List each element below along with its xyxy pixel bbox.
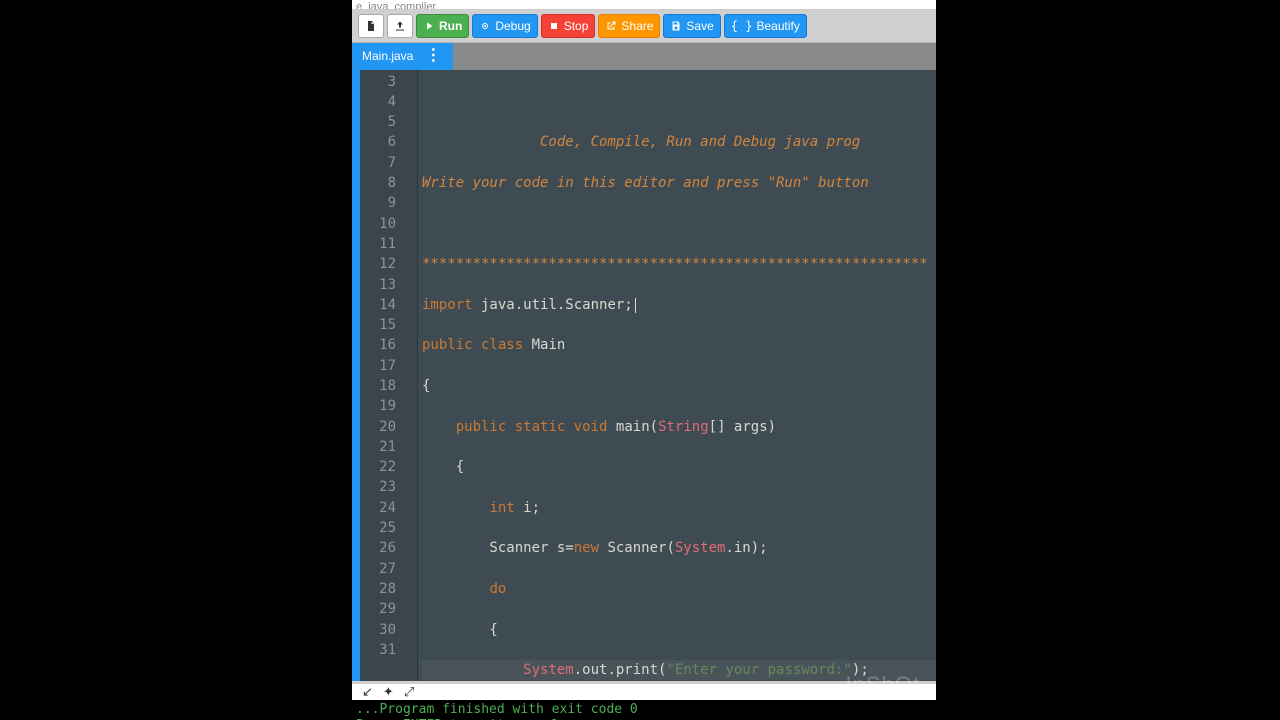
console-tool-icon[interactable]: ↙ <box>362 684 373 700</box>
code-line <box>422 214 936 234</box>
line-number: 28 <box>360 579 396 599</box>
code-line: Code, Compile, Run and Debug java prog <box>422 132 936 152</box>
stop-button[interactable]: Stop <box>541 14 596 38</box>
line-number: 11 <box>360 234 396 254</box>
app-window: e_java_compiler Run Debug Stop Share Sav… <box>352 0 936 720</box>
share-button[interactable]: Share <box>598 14 660 38</box>
save-icon <box>670 20 682 32</box>
share-label: Share <box>621 19 653 33</box>
line-number: 20 <box>360 417 396 437</box>
line-number: 24 <box>360 498 396 518</box>
code-line: Scanner s=new Scanner(System.in); <box>422 538 936 558</box>
save-button[interactable]: Save <box>663 14 720 38</box>
line-number: 5 <box>360 112 396 132</box>
window-title: e_java_compiler <box>356 1 436 10</box>
line-number: 4 <box>360 92 396 112</box>
file-icon <box>365 20 377 32</box>
line-number: 17 <box>360 356 396 376</box>
console-output[interactable]: ...Program finished with exit code 0 Pre… <box>352 700 936 720</box>
line-number: 3 <box>360 72 396 92</box>
play-icon <box>423 20 435 32</box>
save-label: Save <box>686 19 713 33</box>
line-number: 6 <box>360 132 396 152</box>
line-number: 8 <box>360 173 396 193</box>
code-line: { <box>422 376 936 396</box>
code-line: int i; <box>422 498 936 518</box>
code-area[interactable]: Code, Compile, Run and Debug java prog W… <box>418 70 936 682</box>
text-cursor <box>635 298 636 313</box>
code-line: public static void main(String[] args) <box>422 417 936 437</box>
line-gutter: 3456789101112131415161718192021222324252… <box>360 70 404 682</box>
line-number: 29 <box>360 599 396 619</box>
new-file-button[interactable] <box>358 14 384 38</box>
line-number: 27 <box>360 559 396 579</box>
line-number: 9 <box>360 193 396 213</box>
braces-icon: { } <box>731 19 753 33</box>
line-number: 23 <box>360 477 396 497</box>
line-number: 26 <box>360 538 396 558</box>
line-number: 16 <box>360 335 396 355</box>
line-number: 7 <box>360 153 396 173</box>
code-line: System.out.print("Enter your password:")… <box>422 660 936 680</box>
tab-label: Main.java <box>362 49 413 63</box>
debug-label: Debug <box>495 19 530 33</box>
line-number: 13 <box>360 275 396 295</box>
code-line: Write your code in this editor and press… <box>422 173 936 193</box>
line-number: 18 <box>360 376 396 396</box>
line-number: 12 <box>360 254 396 274</box>
debug-button[interactable]: Debug <box>472 14 537 38</box>
console-tool-icon[interactable]: ✦ <box>383 684 394 700</box>
tab-bar: Main.java ⋮ <box>352 43 936 70</box>
console-toolbar: ↙ ✦ ⤢ <box>352 683 936 700</box>
line-number: 15 <box>360 315 396 335</box>
line-number: 25 <box>360 518 396 538</box>
code-line: { <box>422 620 936 640</box>
line-number: 30 <box>360 620 396 640</box>
code-editor[interactable]: 3456789101112131415161718192021222324252… <box>352 70 936 682</box>
code-line: do <box>422 579 936 599</box>
line-number: 21 <box>360 437 396 457</box>
upload-button[interactable] <box>387 14 413 38</box>
toolbar: Run Debug Stop Share Save { } Beautify <box>352 10 936 43</box>
code-line: import java.util.Scanner; <box>422 295 936 315</box>
code-line: ****************************************… <box>422 254 936 274</box>
tab-main-java[interactable]: Main.java ⋮ <box>352 43 453 70</box>
line-number: 19 <box>360 396 396 416</box>
line-number: 14 <box>360 295 396 315</box>
console-line: ...Program finished with exit code 0 <box>356 702 932 718</box>
fold-strip <box>404 70 418 682</box>
tab-menu-icon[interactable]: ⋮ <box>425 52 441 60</box>
stop-icon <box>548 20 560 32</box>
editor-left-strip <box>352 70 360 682</box>
line-number: 31 <box>360 640 396 660</box>
console-tool-icon[interactable]: ⤢ <box>404 684 414 700</box>
stop-label: Stop <box>564 19 589 33</box>
share-icon <box>605 20 617 32</box>
run-button[interactable]: Run <box>416 14 469 38</box>
beautify-label: Beautify <box>756 19 799 33</box>
line-number: 10 <box>360 214 396 234</box>
debug-icon <box>479 20 491 32</box>
code-line <box>422 92 936 112</box>
beautify-button[interactable]: { } Beautify <box>724 14 807 38</box>
window-titlebar: e_java_compiler <box>352 0 936 10</box>
run-label: Run <box>439 19 462 33</box>
code-line: { <box>422 457 936 477</box>
code-line: public class Main <box>422 335 936 355</box>
line-number: 22 <box>360 457 396 477</box>
upload-icon <box>394 20 406 32</box>
